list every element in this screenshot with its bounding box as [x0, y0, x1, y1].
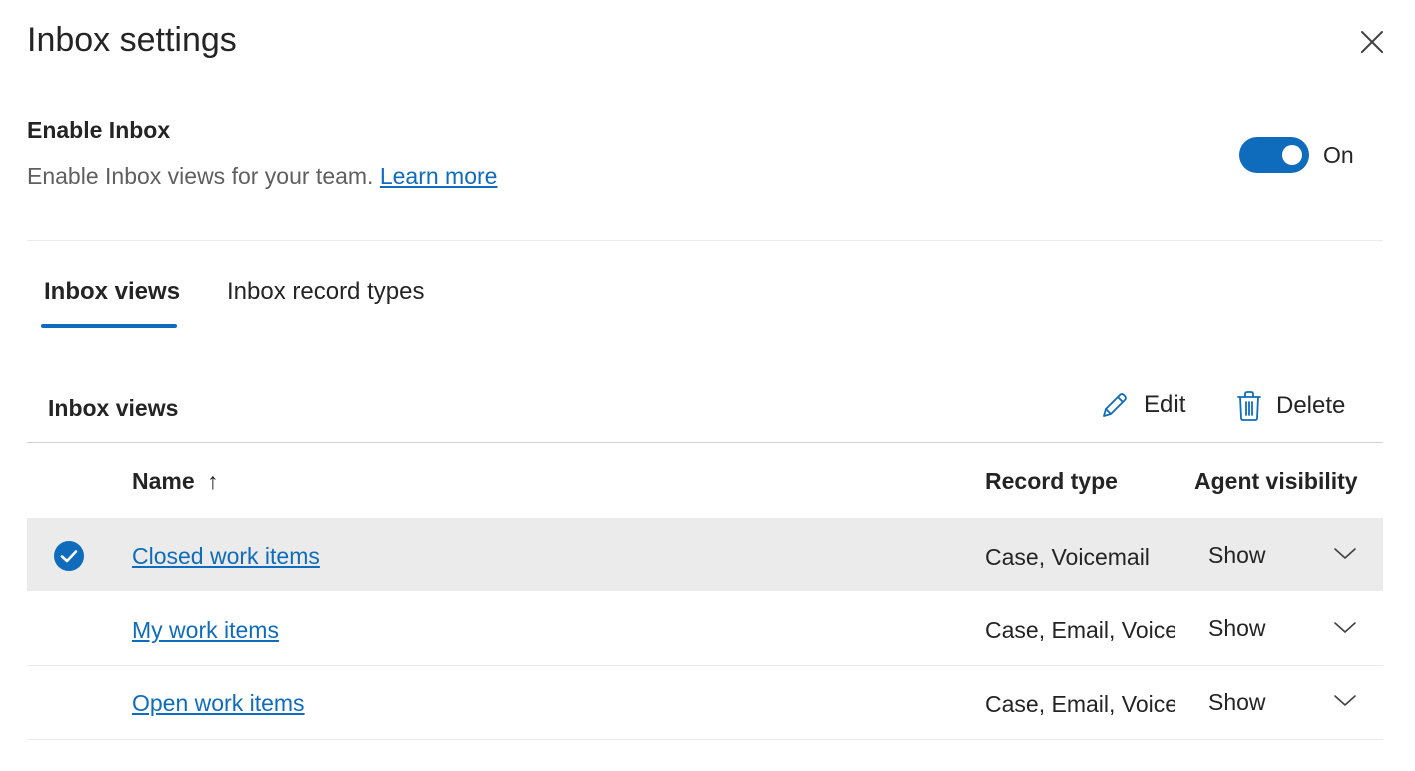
tab-inbox-record-types[interactable]: Inbox record types [227, 276, 424, 308]
enable-inbox-description: Enable Inbox views for your team. Learn … [27, 161, 497, 191]
checkmark-circle-icon [54, 541, 84, 571]
learn-more-link[interactable]: Learn more [380, 163, 498, 189]
trash-icon [1237, 391, 1261, 421]
record-type-cell: Case, Voicemail [985, 544, 1150, 570]
chevron-down-icon [1334, 695, 1356, 706]
section-divider [27, 240, 1383, 241]
toggle-state-label: On [1323, 142, 1354, 168]
record-type-cell: Case, Email, Voice [985, 617, 1175, 643]
visibility-dropdown[interactable] [1333, 691, 1357, 711]
edit-button[interactable]: Edit [1100, 390, 1185, 420]
visibility-value: Show [1208, 689, 1266, 715]
delete-label: Delete [1276, 392, 1346, 419]
close-button[interactable] [1356, 26, 1388, 58]
enable-inbox-toggle[interactable] [1239, 137, 1309, 173]
row-divider [27, 739, 1383, 740]
view-name-link[interactable]: Open work items [132, 688, 305, 718]
visibility-dropdown[interactable] [1333, 544, 1357, 564]
column-header-agent-visibility[interactable]: Agent visibility [1194, 466, 1358, 496]
tab-inbox-views[interactable]: Inbox views [44, 276, 180, 308]
name-header-label: Name [132, 468, 195, 494]
view-name-link[interactable]: My work items [132, 615, 279, 645]
visibility-value: Show [1208, 615, 1266, 641]
row-checkbox[interactable] [53, 540, 85, 572]
panel-title: Inbox settings [27, 21, 237, 59]
views-section-title: Inbox views [48, 395, 179, 421]
table-top-border [27, 442, 1383, 443]
chevron-down-icon [1334, 548, 1356, 559]
active-tab-indicator [41, 324, 177, 328]
toggle-knob [1282, 145, 1302, 165]
visibility-value: Show [1208, 542, 1266, 568]
pencil-icon [1103, 393, 1127, 417]
column-header-name[interactable]: Name ↑ [132, 466, 219, 496]
record-type-cell: Case, Email, Voice [985, 691, 1175, 717]
column-header-record-type[interactable]: Record type [985, 466, 1118, 496]
edit-label: Edit [1144, 391, 1186, 418]
visibility-dropdown[interactable] [1333, 618, 1357, 638]
delete-button[interactable]: Delete [1236, 390, 1345, 422]
sort-ascending-icon: ↑ [207, 468, 219, 494]
close-icon [1361, 31, 1383, 53]
view-name-link[interactable]: Closed work items [132, 541, 320, 571]
enable-inbox-title: Enable Inbox [27, 117, 171, 143]
enable-inbox-description-text: Enable Inbox views for your team. [27, 163, 374, 189]
chevron-down-icon [1334, 622, 1356, 633]
